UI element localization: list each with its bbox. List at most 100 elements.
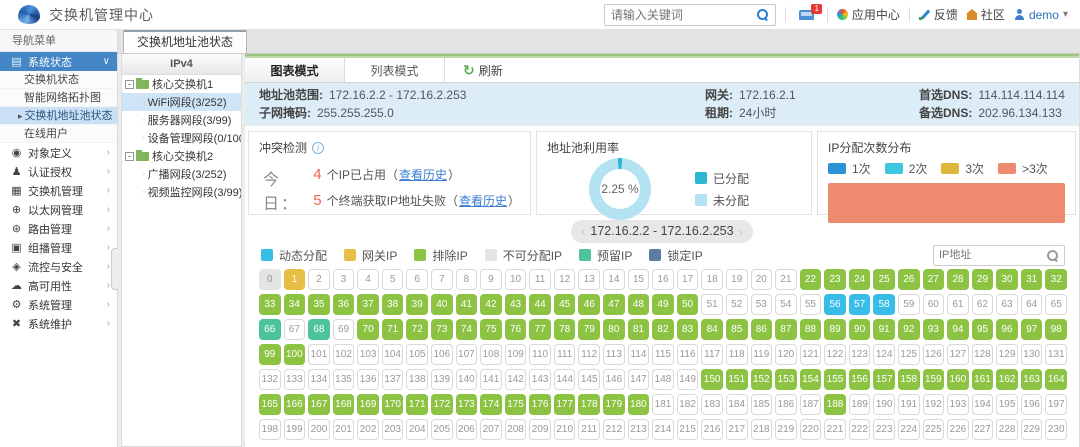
sidebar-collapse-handle[interactable] [111,248,118,290]
sidebar-subitem-0[interactable]: 交换机状态 [0,71,117,89]
ip-tile[interactable]: 74 [456,319,478,340]
ip-tile[interactable]: 188 [824,394,846,415]
ip-tile[interactable]: 124 [873,344,895,365]
ip-tile[interactable]: 92 [898,319,920,340]
ip-tile[interactable]: 119 [751,344,773,365]
ip-tile[interactable]: 20 [751,269,773,290]
ip-tile[interactable]: 9 [480,269,502,290]
ip-tile[interactable]: 153 [775,369,797,390]
ip-tile[interactable]: 86 [751,319,773,340]
ip-tile[interactable]: 103 [357,344,379,365]
ip-tile[interactable]: 127 [947,344,969,365]
sidebar-subitem-3[interactable]: 在线用户 [0,125,117,143]
ip-tile[interactable]: 19 [726,269,748,290]
ip-tile[interactable]: 187 [800,394,822,415]
ip-tile[interactable]: 136 [357,369,379,390]
ip-tile[interactable]: 26 [898,269,920,290]
ip-tile[interactable]: 137 [382,369,404,390]
tree-leaf-1-1[interactable]: ·视频监控网段(3/99) [122,183,241,201]
ip-tile[interactable]: 100 [284,344,306,365]
ip-tile[interactable]: 43 [505,294,527,315]
ip-tile[interactable]: 172 [431,394,453,415]
ip-tile[interactable]: 50 [677,294,699,315]
ip-tile[interactable]: 5 [382,269,404,290]
ip-tile[interactable]: 201 [333,419,355,440]
ip-tile[interactable]: 46 [578,294,600,315]
feedback-button[interactable]: 反馈 [919,6,958,23]
ip-tile[interactable]: 61 [947,294,969,315]
ip-search-icon[interactable] [1046,249,1059,262]
ip-tile[interactable]: 113 [603,344,625,365]
ip-tile[interactable]: 28 [947,269,969,290]
ip-tile[interactable]: 27 [923,269,945,290]
ip-tile[interactable]: 25 [873,269,895,290]
ip-tile[interactable]: 2 [308,269,330,290]
ip-tile[interactable]: 67 [284,319,306,340]
ip-tile[interactable]: 196 [1021,394,1043,415]
ip-tile[interactable]: 99 [259,344,281,365]
ip-tile[interactable]: 71 [382,319,404,340]
ip-tile[interactable]: 7 [431,269,453,290]
ip-tile[interactable]: 23 [824,269,846,290]
ip-tile[interactable]: 6 [406,269,428,290]
ip-tile[interactable]: 164 [1045,369,1067,390]
ip-tile[interactable]: 0 [259,269,281,290]
ip-tile[interactable]: 17 [677,269,699,290]
ip-tile[interactable]: 73 [431,319,453,340]
ip-tile[interactable]: 122 [824,344,846,365]
ip-tile[interactable]: 82 [652,319,674,340]
sidebar-group-10[interactable]: ✖系统维护› [0,314,117,333]
sidebar-group-0[interactable]: ▤系统状态∨ [0,52,117,71]
ip-tile[interactable]: 60 [923,294,945,315]
ip-tile[interactable]: 193 [947,394,969,415]
ip-tile[interactable]: 145 [578,369,600,390]
ip-tile[interactable]: 91 [873,319,895,340]
ip-tile[interactable]: 81 [628,319,650,340]
ip-tile[interactable]: 208 [505,419,527,440]
ip-tile[interactable]: 155 [824,369,846,390]
ip-tile[interactable]: 147 [628,369,650,390]
ip-tile[interactable]: 12 [554,269,576,290]
ip-tile[interactable]: 139 [431,369,453,390]
ip-tile[interactable]: 22 [800,269,822,290]
ip-tile[interactable]: 218 [751,419,773,440]
ip-tile[interactable]: 1 [284,269,306,290]
tree-leaf-0-2[interactable]: ·设备管理网段(0/100) [122,129,241,147]
ip-tile[interactable]: 40 [431,294,453,315]
sidebar-group-5[interactable]: ⊛路由管理› [0,219,117,238]
ip-tile[interactable]: 162 [996,369,1018,390]
ip-tile[interactable]: 204 [406,419,428,440]
ip-tile[interactable]: 185 [751,394,773,415]
view-history-link[interactable]: 查看历史 [399,168,447,182]
ip-tile[interactable]: 47 [603,294,625,315]
ip-tile[interactable]: 200 [308,419,330,440]
ip-tile[interactable]: 168 [333,394,355,415]
ip-tile[interactable]: 183 [701,394,723,415]
ip-tile[interactable]: 118 [726,344,748,365]
ip-tile[interactable]: 3 [333,269,355,290]
ip-tile[interactable]: 161 [972,369,994,390]
ip-tile[interactable]: 151 [726,369,748,390]
ip-tile[interactable]: 65 [1045,294,1067,315]
ip-tile[interactable]: 135 [333,369,355,390]
ip-tile[interactable]: 120 [775,344,797,365]
ip-tile[interactable]: 215 [677,419,699,440]
notifications-button[interactable]: 1 [799,10,814,20]
ip-tile[interactable]: 170 [382,394,404,415]
range-pager[interactable]: ‹ 172.16.2.2 - 172.16.2.253 › [571,220,753,243]
tree-leaf-1-0[interactable]: ·广播网段(3/252) [122,165,241,183]
ip-tile[interactable]: 211 [578,419,600,440]
ip-tile[interactable]: 34 [284,294,306,315]
ip-tile[interactable]: 143 [529,369,551,390]
ip-tile[interactable]: 222 [849,419,871,440]
ip-tile[interactable]: 223 [873,419,895,440]
ip-tile[interactable]: 220 [800,419,822,440]
sidebar-group-9[interactable]: ⚙系统管理› [0,295,117,314]
ip-tile[interactable]: 52 [726,294,748,315]
ip-tile[interactable]: 199 [284,419,306,440]
ip-tile[interactable]: 16 [652,269,674,290]
ip-tile[interactable]: 8 [456,269,478,290]
ip-tile[interactable]: 224 [898,419,920,440]
ip-tile[interactable]: 116 [677,344,699,365]
pager-prev-icon[interactable]: ‹ [581,223,586,239]
